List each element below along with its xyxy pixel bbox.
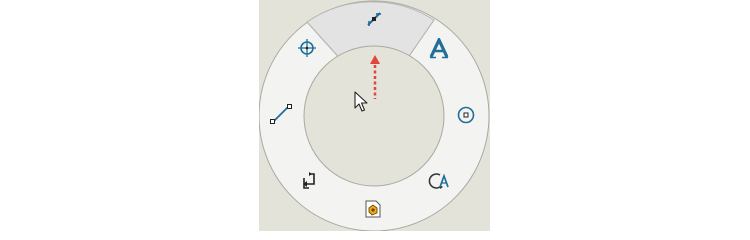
gesture-item-centerpoint[interactable]	[294, 35, 320, 61]
centerpoint-icon	[298, 39, 316, 57]
gesture-item-smart-dimension[interactable]	[361, 6, 387, 32]
part-file-icon	[365, 200, 381, 218]
gesture-item-circle[interactable]	[453, 102, 479, 128]
graphics-area[interactable]	[259, 0, 490, 231]
circle-icon	[457, 106, 475, 124]
note-text-icon	[429, 38, 449, 59]
line-icon	[270, 104, 292, 124]
mouse-cursor-icon	[354, 91, 368, 112]
gesture-item-note[interactable]	[426, 36, 452, 62]
gesture-item-part-file[interactable]	[360, 196, 386, 222]
gesture-item-rotate-text[interactable]	[426, 168, 452, 194]
rotate-text-icon	[428, 173, 449, 189]
gesture-item-swap[interactable]	[296, 168, 322, 194]
smart-dimension-icon	[367, 12, 381, 26]
swap-icon	[303, 172, 315, 189]
gesture-item-line[interactable]	[268, 101, 294, 127]
